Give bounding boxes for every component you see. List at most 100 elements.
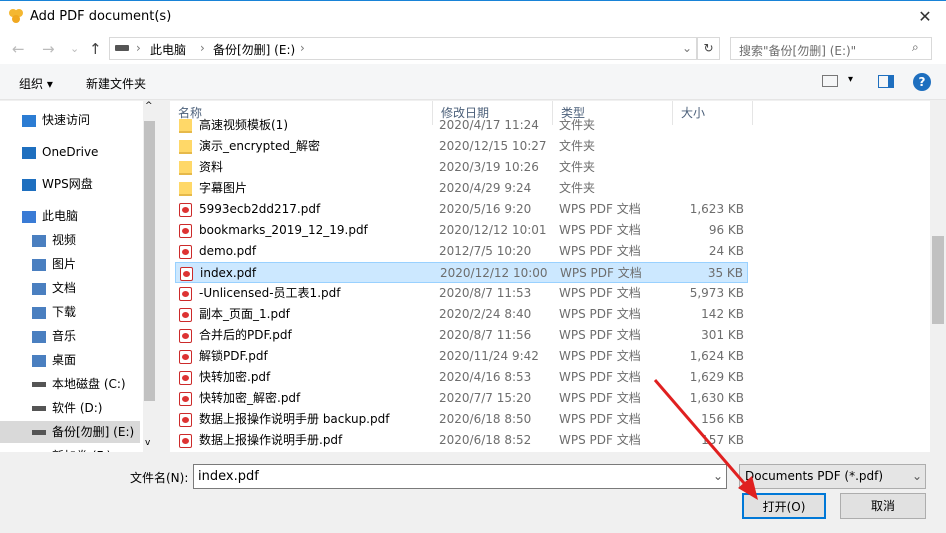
download-icon	[32, 306, 46, 319]
sidebar-item-label: 文档	[52, 281, 77, 295]
back-button[interactable]: ←	[12, 40, 25, 58]
sidebar-item[interactable]: 视频	[0, 229, 140, 251]
file-date: 2020/5/16 9:20	[439, 202, 532, 216]
help-button[interactable]: ?	[913, 73, 931, 91]
file-size: 1,624 KB	[689, 349, 744, 363]
pdf-file-icon	[179, 371, 192, 385]
preview-pane-icon[interactable]	[878, 75, 894, 88]
toolbar: 组织 ▾ 新建文件夹 ▾ ?	[0, 64, 946, 100]
sidebar-scrollbar[interactable]: ^ v	[143, 101, 156, 452]
file-row[interactable]: 演示_encrypted_解密 2020/12/15 10:27 文件夹	[175, 136, 748, 157]
file-name: 高速视频模板(1)	[199, 118, 288, 132]
pdf-file-icon	[179, 329, 192, 343]
view-dropdown-icon[interactable]: ▾	[848, 74, 853, 85]
file-type: WPS PDF 文档	[559, 244, 641, 258]
file-row[interactable]: 高速视频模板(1) 2020/4/17 11:24 文件夹	[175, 115, 748, 136]
scrollbar-thumb[interactable]	[932, 236, 944, 324]
file-date: 2020/8/7 11:56	[439, 328, 532, 342]
file-name: 资料	[199, 160, 224, 174]
annotation-arrow	[653, 379, 758, 500]
file-row[interactable]: 资料 2020/3/19 10:26 文件夹	[175, 157, 748, 178]
sidebar-item[interactable]: 备份[勿删] (E:)	[0, 421, 140, 443]
sidebar-item[interactable]: 新加卷 (F:)	[0, 445, 140, 452]
file-date: 2020/3/19 10:26	[439, 160, 539, 174]
sidebar-item[interactable]: 音乐	[0, 325, 140, 347]
file-name: index.pdf	[200, 266, 257, 280]
sidebar-item[interactable]: 快速访问	[0, 109, 140, 131]
file-size: 5,973 KB	[689, 286, 744, 300]
organize-button[interactable]: 组织 ▾	[19, 75, 53, 92]
file-type: WPS PDF 文档	[559, 412, 641, 426]
drive-icon	[32, 430, 46, 435]
file-name: 5993ecb2dd217.pdf	[199, 202, 321, 216]
file-size: 301 KB	[701, 328, 744, 342]
sidebar-item[interactable]: 图片	[0, 253, 140, 275]
file-row[interactable]: index.pdf 2020/12/12 10:00 WPS PDF 文档 35…	[175, 262, 748, 283]
close-button[interactable]: ✕	[905, 3, 945, 31]
title-bar: Add PDF document(s) ✕	[0, 0, 946, 32]
drive-icon	[32, 406, 46, 411]
recent-locations-button[interactable]: ⌄	[70, 42, 79, 55]
file-size: 1,623 KB	[689, 202, 744, 216]
file-row[interactable]: 副本_页面_1.pdf 2020/2/24 8:40 WPS PDF 文档 14…	[175, 304, 748, 325]
sidebar-item-label: WPS网盘	[42, 177, 93, 191]
drive-icon	[32, 382, 46, 387]
search-icon: ⌕	[912, 40, 919, 54]
file-date: 2020/6/18 8:50	[439, 412, 532, 426]
file-type: WPS PDF 文档	[559, 223, 641, 237]
star-icon	[22, 114, 36, 127]
new-folder-button[interactable]: 新建文件夹	[86, 75, 146, 92]
sidebar-item[interactable]: 此电脑	[0, 205, 140, 227]
navigation-pane: 快速访问 OneDrive WPS网盘此电脑 视频 图片文档下载音乐桌面 本地磁盘 (C:…	[0, 101, 156, 452]
drive-icon	[115, 45, 129, 51]
sidebar-item[interactable]: 软件 (D:)	[0, 397, 140, 419]
search-input[interactable]: 搜索"备份[勿删] (E:)"	[730, 37, 932, 60]
sidebar-item[interactable]: WPS网盘	[0, 173, 140, 195]
file-name: 副本_页面_1.pdf	[199, 307, 290, 321]
file-type: WPS PDF 文档	[560, 266, 642, 280]
filename-label: 文件名(N):	[130, 471, 189, 485]
file-size: 96 KB	[708, 223, 744, 237]
pdf-file-icon	[179, 203, 192, 217]
cancel-button[interactable]: 取消	[840, 493, 926, 519]
up-button[interactable]: ↑	[89, 40, 102, 58]
address-bar[interactable]: › 此电脑 › 备份[勿删] (E:) › ⌄	[109, 37, 697, 60]
breadcrumb-this-pc[interactable]: 此电脑	[150, 41, 186, 58]
file-row[interactable]: 合并后的PDF.pdf 2020/8/7 11:56 WPS PDF 文档 30…	[175, 325, 748, 346]
forward-button[interactable]: →	[42, 40, 55, 58]
pdf-file-icon	[179, 245, 192, 259]
file-row[interactable]: demo.pdf 2012/7/5 10:20 WPS PDF 文档 24 KB	[175, 241, 748, 262]
sidebar-item[interactable]: OneDrive	[0, 141, 140, 163]
sidebar-item-label: 音乐	[52, 329, 77, 343]
pdf-file-icon	[179, 224, 192, 238]
file-date: 2020/12/12 10:01	[439, 223, 547, 237]
file-type: WPS PDF 文档	[559, 370, 641, 384]
sidebar-item[interactable]: 文档	[0, 277, 140, 299]
file-name: bookmarks_2019_12_19.pdf	[199, 223, 368, 237]
file-row[interactable]: 字幕图片 2020/4/29 9:24 文件夹	[175, 178, 748, 199]
file-name: 演示_encrypted_解密	[199, 139, 320, 153]
file-type: 文件夹	[559, 118, 596, 132]
file-row[interactable]: bookmarks_2019_12_19.pdf 2020/12/12 10:0…	[175, 220, 748, 241]
breadcrumb-drive-e[interactable]: 备份[勿删] (E:)	[213, 41, 295, 58]
file-row[interactable]: 解锁PDF.pdf 2020/11/24 9:42 WPS PDF 文档 1,6…	[175, 346, 748, 367]
sidebar-item[interactable]: 桌面	[0, 349, 140, 371]
refresh-button[interactable]: ↻	[697, 37, 720, 60]
pdf-file-icon	[179, 308, 192, 322]
sidebar-item[interactable]: 本地磁盘 (C:)	[0, 373, 140, 395]
sidebar-item-label: 下载	[52, 305, 77, 319]
file-row[interactable]: -Unlicensed-员工表1.pdf 2020/8/7 11:53 WPS …	[175, 283, 748, 304]
file-date: 2020/4/29 9:24	[439, 181, 532, 195]
folder-icon	[179, 140, 192, 154]
file-list: 名称 修改日期 类型 大小 ^ 高速视频模板(1) 2020/4/17 11:2…	[170, 101, 930, 452]
file-date: 2020/6/18 8:52	[439, 433, 532, 447]
address-dropdown-icon[interactable]: ⌄	[682, 41, 692, 55]
file-date: 2020/2/24 8:40	[439, 307, 532, 321]
video-icon	[32, 234, 46, 247]
file-row[interactable]: 5993ecb2dd217.pdf 2020/5/16 9:20 WPS PDF…	[175, 199, 748, 220]
sidebar-item[interactable]: 下载	[0, 301, 140, 323]
file-type: WPS PDF 文档	[559, 202, 641, 216]
view-options-icon[interactable]	[822, 75, 838, 87]
pdf-file-icon	[179, 392, 192, 406]
app-logo-icon	[8, 8, 24, 24]
